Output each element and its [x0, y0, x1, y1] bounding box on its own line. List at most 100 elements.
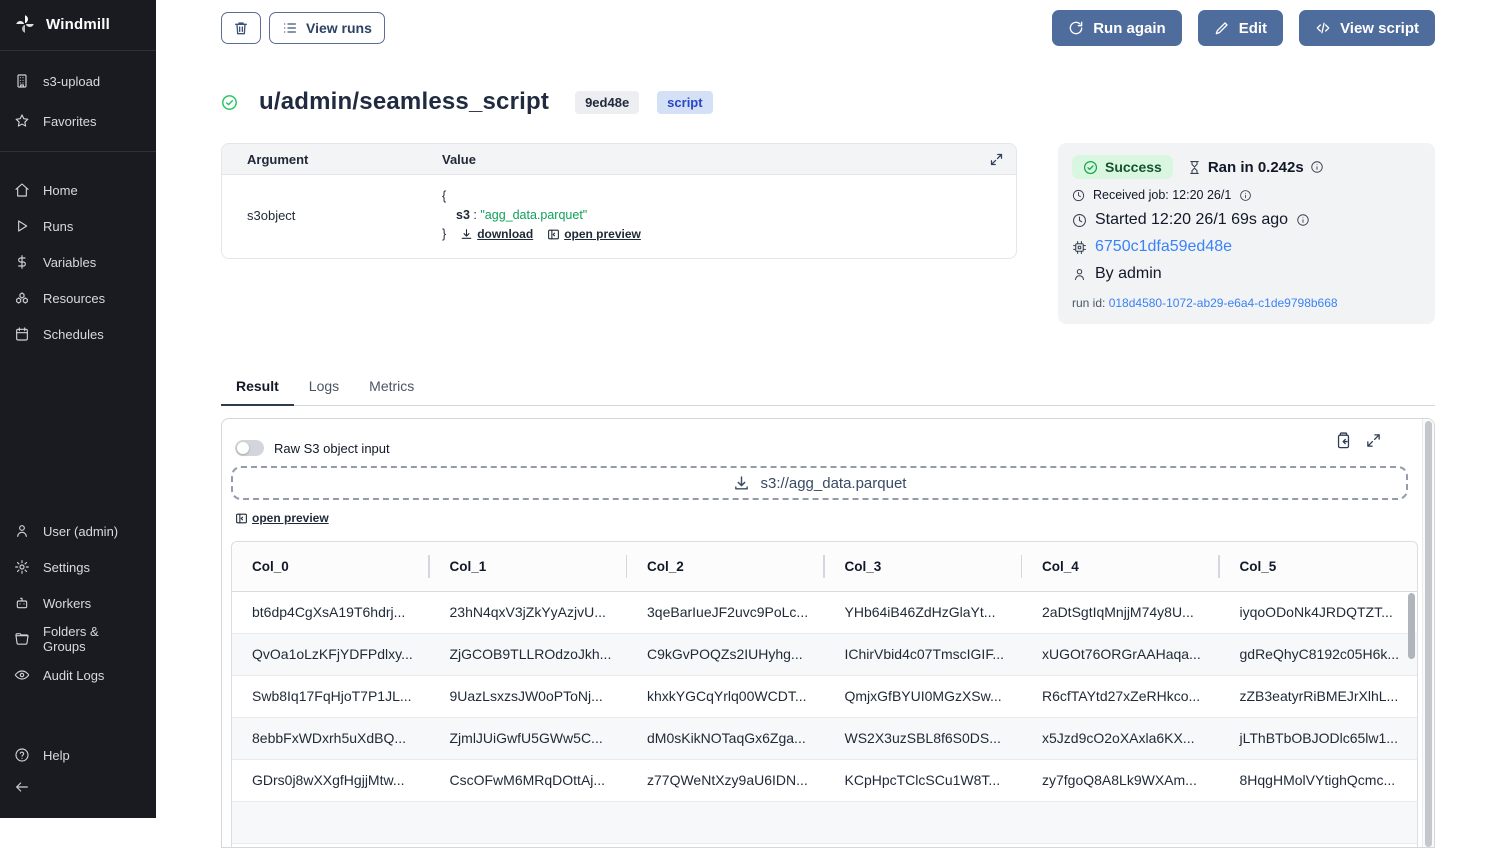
header-cell[interactable]: Col_4: [1022, 542, 1220, 591]
open-preview-row: open preview: [235, 511, 329, 530]
info-icon[interactable]: [1310, 160, 1324, 174]
panel-scrollbar-thumb[interactable]: [1425, 421, 1432, 847]
open-preview-link[interactable]: open preview: [235, 511, 329, 525]
eye-icon: [14, 667, 30, 683]
toolbar-left: View runs: [221, 12, 385, 44]
table-cell: iyqoODoNk4JRDQTZT...: [1220, 591, 1418, 633]
run-id-link[interactable]: 018d4580-1072-ab29-e6a4-c1de9798b668: [1109, 296, 1338, 310]
table-cell: khxkYGCqYrlq00WCDT...: [627, 675, 825, 717]
header-cell[interactable]: Col_1: [430, 542, 628, 591]
table-cell: QmjxGfBYUI0MGzXSw...: [825, 675, 1023, 717]
hourglass-icon: [1187, 160, 1202, 175]
table-row[interactable]: bt6dp4CgXsA19T6hdrj...23hN4qxV3jZkYyAzjv…: [232, 591, 1417, 633]
run-again-label: Run again: [1093, 20, 1166, 37]
sidebar-item-runs[interactable]: Runs: [0, 208, 156, 244]
table-cell: dM0sKikNOTaqGx6Zga...: [627, 717, 825, 759]
sidebar-bottom-group: User (admin) Settings Workers Folders & …: [0, 513, 156, 818]
view-script-button[interactable]: View script: [1299, 10, 1435, 46]
panel-scrollbar[interactable]: [1422, 419, 1434, 847]
tab-bar: Result Logs Metrics: [221, 378, 1435, 406]
raw-s3-toggle[interactable]: [235, 440, 264, 456]
sidebar-item-variables[interactable]: Variables: [0, 244, 156, 280]
view-runs-button[interactable]: View runs: [269, 12, 385, 44]
sidebar-item-audit-logs[interactable]: Audit Logs: [0, 657, 156, 693]
app-name: Windmill: [46, 16, 110, 33]
sidebar-item-home[interactable]: Home: [0, 172, 156, 208]
run-again-button[interactable]: Run again: [1052, 10, 1182, 46]
table-cell: 8HqgHMolVYtighQcmc...: [1220, 759, 1418, 801]
tab-logs[interactable]: Logs: [294, 378, 354, 405]
table-cell: IChirVbid4c07TmscIGIF...: [825, 633, 1023, 675]
expand-arguments-button[interactable]: [989, 152, 1004, 167]
sidebar-item-favorites[interactable]: Favorites: [0, 103, 156, 139]
sidebar-divider: [0, 50, 156, 51]
table-cell: [627, 801, 825, 843]
header-cell[interactable]: Col_5: [1220, 542, 1418, 591]
tab-metrics[interactable]: Metrics: [354, 378, 429, 405]
sidebar-item-label: User (admin): [43, 524, 118, 539]
table-cell: ZjmlJUiGwfU5GWw5C...: [430, 717, 628, 759]
table-row[interactable]: Swb8Iq17FqHjoT7P1JL...9UazLsxzsJW0oPToNj…: [232, 675, 1417, 717]
table-cell: WS2X3uzSBL8f6S0DS...: [825, 717, 1023, 759]
sidebar-spacer: [0, 693, 156, 737]
download-link[interactable]: download: [460, 225, 533, 244]
table-row[interactable]: GDrs0j8wXXgfHgjjMtw...CscOFwM6MRqDOttAj.…: [232, 759, 1417, 801]
worker-link[interactable]: 6750c1dfa59ed48e: [1095, 238, 1232, 256]
header-cell[interactable]: Col_3: [825, 542, 1023, 591]
user-icon: [14, 523, 30, 539]
raw-s3-toggle-row: Raw S3 object input: [235, 440, 390, 456]
received-row: Received job: 12:20 26/1: [1072, 188, 1421, 202]
sidebar-item-user[interactable]: User (admin): [0, 513, 156, 549]
header-cell[interactable]: Col_2: [627, 542, 825, 591]
expand-result-icon[interactable]: [1365, 432, 1382, 449]
sidebar-item-label: Runs: [43, 219, 73, 234]
header-row: Col_0Col_1Col_2Col_3Col_4Col_5: [232, 542, 1417, 591]
play-icon: [14, 218, 30, 234]
table-cell: 8ebbFxWDxrh5uXdBQ...: [232, 717, 430, 759]
delete-button[interactable]: [221, 12, 261, 44]
sidebar-collapse[interactable]: [0, 773, 156, 810]
app-window-icon: [14, 73, 30, 89]
info-icon[interactable]: [1296, 213, 1310, 227]
app-logo-row[interactable]: Windmill: [0, 0, 156, 48]
code-icon: [1315, 20, 1331, 36]
s3-download-bar[interactable]: s3://agg_data.parquet: [231, 466, 1408, 500]
table-cell: xUGOt76ORGrAAHaqa...: [1022, 633, 1220, 675]
arrow-left-icon: [14, 779, 30, 795]
maximize-icon: [989, 152, 1004, 167]
table-cell: 3qeBarIueJF2uvc9PoLc...: [627, 591, 825, 633]
table-row[interactable]: 8ebbFxWDxrh5uXdBQ...ZjmlJUiGwfU5GWw5C...…: [232, 717, 1417, 759]
sidebar-item-label: Help: [43, 748, 70, 763]
open-preview-link[interactable]: open preview: [547, 225, 641, 244]
calendar-icon: [14, 326, 30, 342]
table-cell: Swb8Iq17FqHjoT7P1JL...: [232, 675, 430, 717]
raw-s3-toggle-label: Raw S3 object input: [274, 441, 390, 456]
table-cell: x5Jzd9cO2oXAxla6KX...: [1022, 717, 1220, 759]
table-scrollbar-thumb[interactable]: [1408, 593, 1415, 659]
table-row[interactable]: QvOa1oLzKFjYDFPdlxy...ZjGCOB9TLLROdzoJkh…: [232, 633, 1417, 675]
json-colon: :: [473, 208, 476, 222]
panel-open-icon: [547, 228, 560, 241]
copy-to-clipboard-icon[interactable]: [1335, 432, 1352, 449]
download-icon: [460, 228, 473, 241]
sidebar-item-help[interactable]: Help: [0, 737, 156, 773]
edit-button[interactable]: Edit: [1198, 10, 1283, 46]
info-icon[interactable]: [1239, 189, 1252, 202]
sidebar-item-settings[interactable]: Settings: [0, 549, 156, 585]
sidebar-item-workers[interactable]: Workers: [0, 585, 156, 621]
sidebar-item-schedules[interactable]: Schedules: [0, 316, 156, 352]
sidebar-item-resources[interactable]: Resources: [0, 280, 156, 316]
result-table: Col_0Col_1Col_2Col_3Col_4Col_5 bt6dp4CgX…: [232, 542, 1417, 844]
sidebar-item-s3-upload[interactable]: s3-upload: [0, 63, 156, 99]
download-icon: [733, 475, 750, 492]
header-cell[interactable]: Col_0: [232, 542, 430, 591]
sidebar-item-label: Schedules: [43, 327, 104, 342]
toolbar-right: Run again Edit View script: [1052, 10, 1435, 46]
table-cell: ZjGCOB9TLLROdzoJkh...: [430, 633, 628, 675]
list-icon: [282, 20, 298, 36]
table-row[interactable]: [232, 801, 1417, 843]
tab-result[interactable]: Result: [221, 378, 294, 405]
sidebar-item-label: Settings: [43, 560, 90, 575]
sidebar-item-folders-groups[interactable]: Folders & Groups: [0, 621, 156, 657]
status-card: Success Ran in 0.242s Received job: 12:2…: [1058, 143, 1435, 324]
